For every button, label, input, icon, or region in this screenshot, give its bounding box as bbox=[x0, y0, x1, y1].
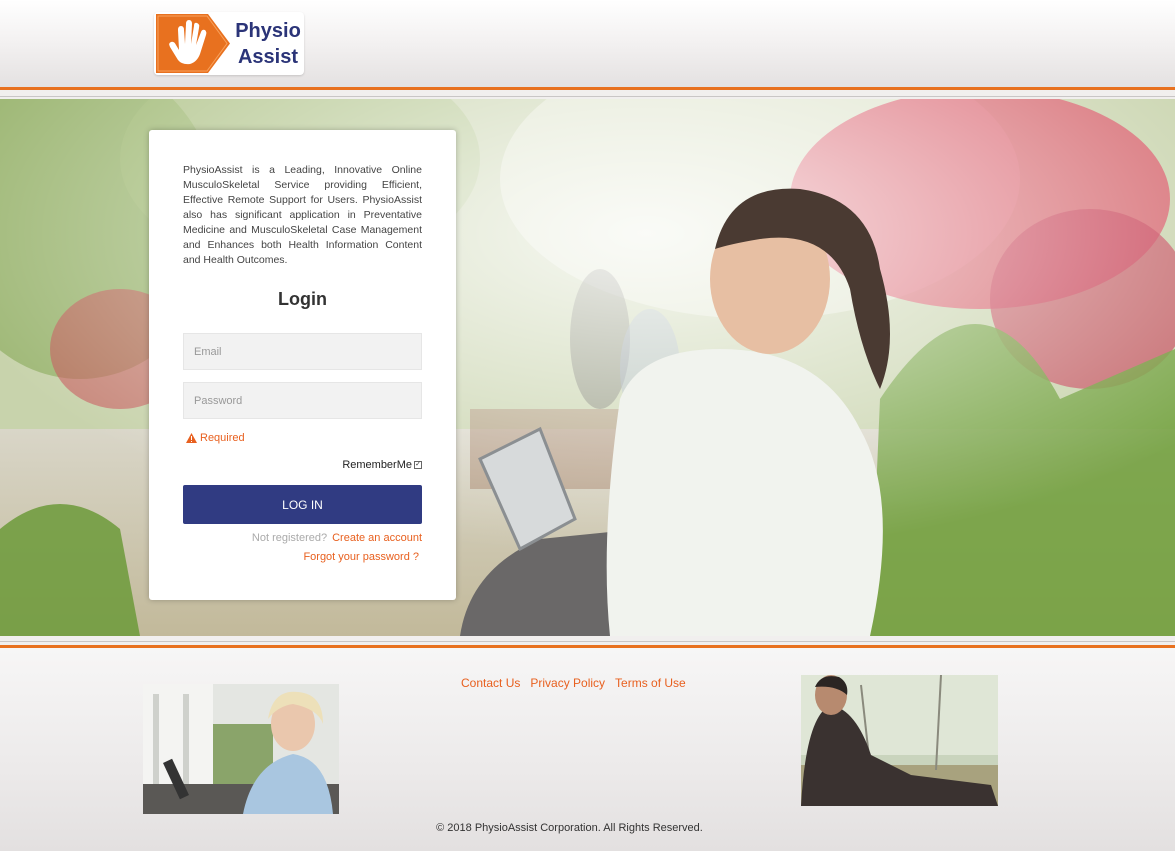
warning-icon bbox=[186, 433, 197, 443]
not-registered-text: Not registered? bbox=[251, 532, 328, 544]
footer-links: Contact Us Privacy Policy Terms of Use bbox=[461, 676, 686, 690]
required-message: Required bbox=[186, 432, 245, 444]
header-orange-divider bbox=[0, 87, 1175, 90]
intro-paragraph: PhysioAssist is a Leading, Innovative On… bbox=[183, 164, 422, 266]
footer-photo-woman-tablet bbox=[143, 684, 339, 814]
header: Physio Assist bbox=[0, 0, 1175, 87]
login-button[interactable]: LOG IN bbox=[183, 485, 422, 524]
contact-us-link[interactable]: Contact Us bbox=[461, 676, 520, 690]
create-account-link[interactable]: Create an account bbox=[332, 532, 422, 544]
logo-line2: Assist bbox=[237, 46, 299, 68]
hand-icon bbox=[156, 14, 230, 73]
remember-me[interactable]: RememberMe ✓ bbox=[342, 459, 422, 471]
copyright-text: © 2018 PhysioAssist Corporation. All Rig… bbox=[436, 822, 703, 834]
required-text: Required bbox=[200, 432, 245, 444]
terms-of-use-link[interactable]: Terms of Use bbox=[615, 676, 686, 690]
privacy-policy-link[interactable]: Privacy Policy bbox=[530, 676, 605, 690]
register-prompt: Not registered? Create an account bbox=[252, 532, 422, 544]
logo-line1: Physio bbox=[235, 20, 301, 42]
footer-thin-divider bbox=[0, 641, 1175, 642]
physioassist-logo[interactable]: Physio Assist bbox=[154, 12, 304, 75]
password-input[interactable] bbox=[183, 382, 422, 419]
email-input[interactable] bbox=[183, 333, 422, 370]
header-thin-divider bbox=[0, 96, 1175, 97]
logo-text: Physio Assist bbox=[234, 18, 302, 70]
footer: Contact Us Privacy Policy Terms of Use ©… bbox=[0, 648, 1175, 851]
remember-me-checkbox[interactable]: ✓ bbox=[414, 461, 422, 469]
remember-me-label: RememberMe bbox=[342, 459, 412, 471]
forgot-password-link[interactable]: Forgot your password ? bbox=[303, 551, 419, 563]
login-card: PhysioAssist is a Leading, Innovative On… bbox=[149, 130, 456, 600]
login-title: Login bbox=[278, 289, 327, 309]
footer-photo-man-phone bbox=[801, 675, 998, 806]
